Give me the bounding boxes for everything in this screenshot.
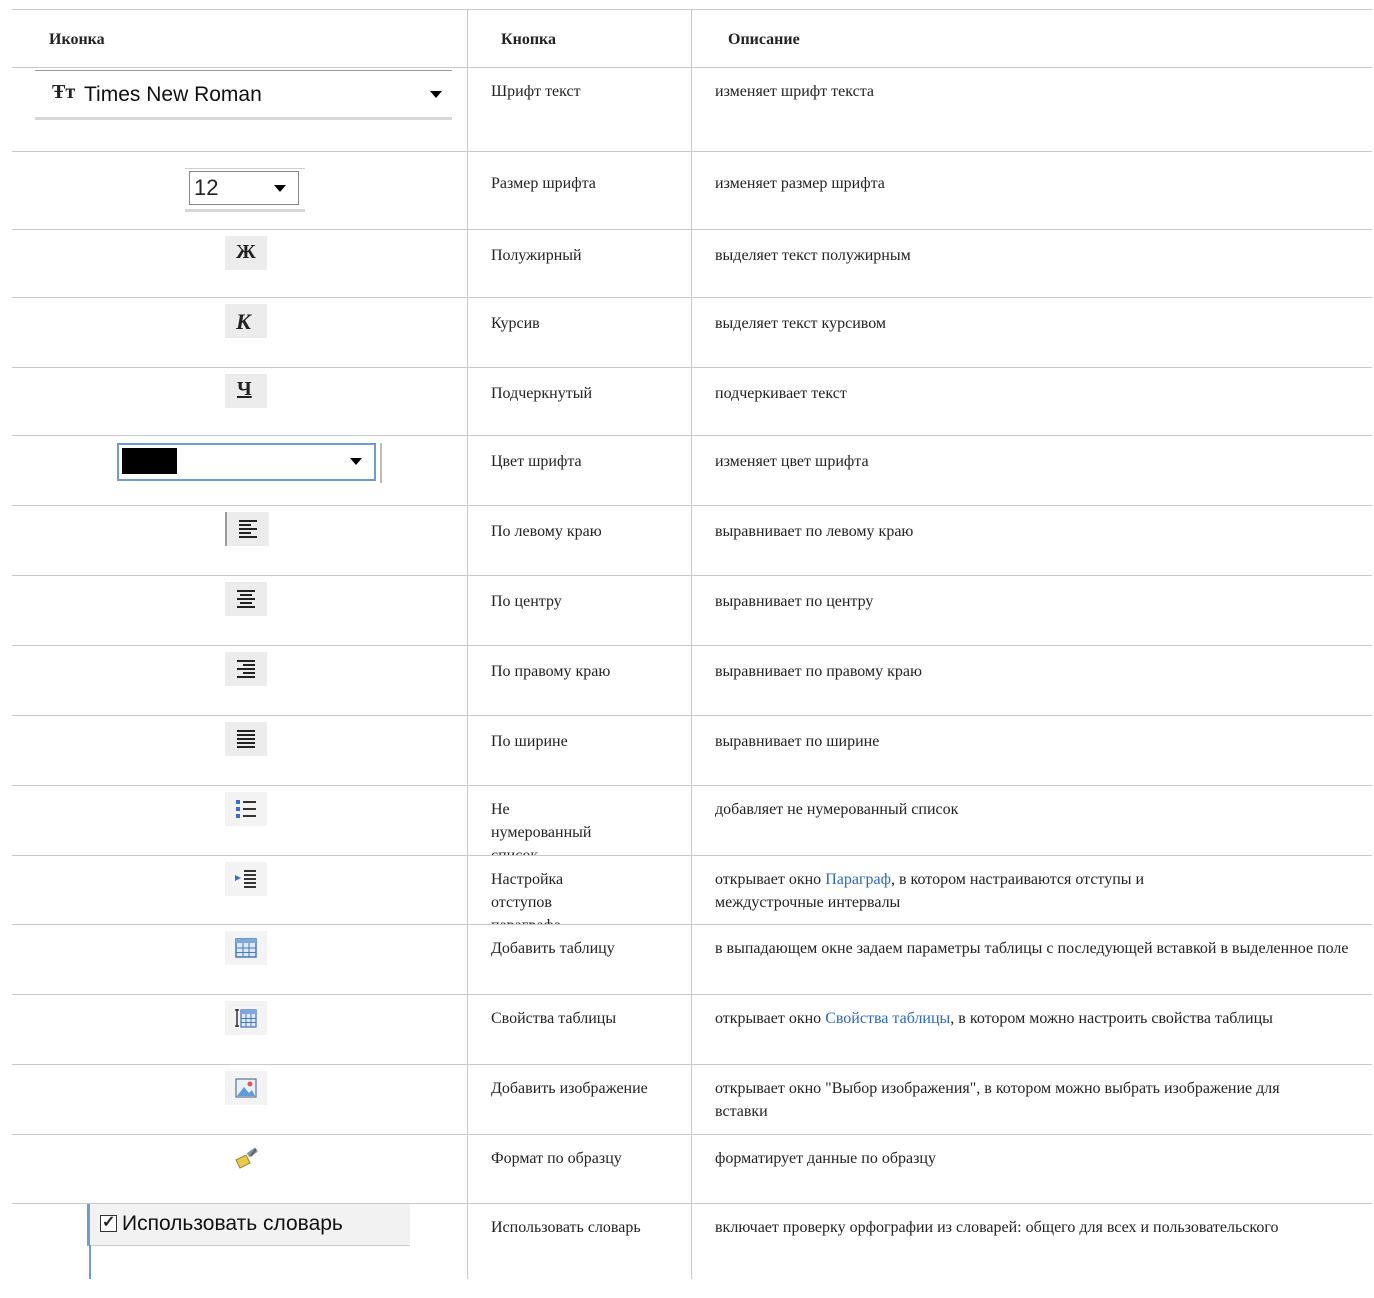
button-name: Подчеркнутый xyxy=(491,385,593,402)
font-size-combo[interactable]: 12 xyxy=(185,168,305,212)
button-description: подчеркивает текст xyxy=(715,385,847,402)
button-description: выравнивает по правому краю xyxy=(715,663,922,680)
underline-icon: Ч xyxy=(225,374,267,408)
button-description: выравнивает по левому краю xyxy=(715,523,914,540)
button-description: изменяет размер шрифта xyxy=(715,175,885,192)
button-description: выделяет текст курсивом xyxy=(715,315,887,332)
table-row: По ширине выравнивает по ширине xyxy=(12,716,1372,786)
checkbox-label: Использовать словарь xyxy=(122,1212,343,1235)
table-row: Не нумерованный список добавляет не нуме… xyxy=(12,786,1372,856)
button-description: открывает окно Параграф, в котором настр… xyxy=(715,871,1145,911)
button-name: По левому краю xyxy=(491,523,602,540)
chevron-down-icon[interactable] xyxy=(350,458,362,465)
font-family-combo[interactable]: Ŧт Times New Roman xyxy=(35,70,452,120)
button-name: Настройка отступов параграфа xyxy=(491,871,564,924)
button-description: форматирует данные по образцу xyxy=(715,1150,936,1167)
button-description: включает проверку орфографии из словарей… xyxy=(715,1219,1279,1236)
truetype-font-icon: Ŧт xyxy=(52,81,76,103)
table-properties-icon xyxy=(225,1001,267,1035)
table-row: Ж Полужирный выделяет текст полужирным xyxy=(12,230,1372,298)
button-description: в выпадающем окне задаем параметры табли… xyxy=(715,940,1349,957)
button-description: открывает окно "Выбор изображения", в ко… xyxy=(715,1080,1280,1120)
button-name: Свойства таблицы xyxy=(491,1010,617,1027)
button-name: Размер шрифта xyxy=(491,175,596,192)
button-description: выравнивает по центру xyxy=(715,593,874,610)
button-name: Шрифт текст xyxy=(491,83,581,100)
button-description: выделяет текст полужирным xyxy=(715,247,911,264)
table-row: ✓ Использовать словарь Использовать слов… xyxy=(12,1204,1372,1279)
button-name: Не нумерованный список xyxy=(491,801,592,855)
italic-icon: К xyxy=(225,304,267,338)
align-justify-icon xyxy=(225,722,267,756)
table-row: Ч Подчеркнутый подчеркивает текст xyxy=(12,368,1372,436)
button-name: Цвет шрифта xyxy=(491,453,582,470)
button-name: Добавить таблицу xyxy=(491,940,615,957)
table-row: Добавить таблицу в выпадающем окне задае… xyxy=(12,925,1372,995)
align-center-icon xyxy=(225,582,267,616)
bold-icon: Ж xyxy=(225,236,267,270)
color-swatch xyxy=(122,448,177,474)
chevron-down-icon[interactable] xyxy=(274,185,286,192)
table-row: Свойства таблицы открывает окно Свойства… xyxy=(12,995,1372,1065)
table-properties-link[interactable]: Свойства таблицы xyxy=(825,1010,950,1027)
toolbar-buttons-table: Иконка Кнопка Описание Ŧт Times New Roma… xyxy=(12,9,1372,1279)
button-description: выравнивает по ширине xyxy=(715,733,880,750)
table-row: К Курсив выделяет текст курсивом xyxy=(12,298,1372,368)
table-row: По правому краю выравнивает по правому к… xyxy=(12,646,1372,716)
format-painter-icon xyxy=(225,1141,267,1175)
header-description: Описание xyxy=(728,31,800,48)
align-right-icon xyxy=(225,652,267,686)
button-name: По правому краю xyxy=(491,663,611,680)
button-description: изменяет шрифт текста xyxy=(715,83,874,100)
button-name: Формат по образцу xyxy=(491,1150,622,1167)
checkbox[interactable]: ✓ xyxy=(100,1214,117,1232)
header-icon: Иконка xyxy=(49,31,105,48)
spellcheck-dictionary-checkbox[interactable]: ✓ Использовать словарь xyxy=(87,1204,410,1246)
insert-image-icon xyxy=(225,1071,267,1105)
chevron-down-icon[interactable] xyxy=(430,91,442,98)
paragraph-indent-icon xyxy=(225,862,267,896)
button-description: добавляет не нумерованный список xyxy=(715,801,959,818)
button-name: Курсив xyxy=(491,315,540,332)
table-row: По центру выравнивает по центру xyxy=(12,576,1372,646)
table-header: Иконка Кнопка Описание xyxy=(12,9,1372,68)
align-left-icon xyxy=(225,512,269,546)
paragraph-link[interactable]: Параграф xyxy=(825,871,891,888)
button-name: Полужирный xyxy=(491,247,582,264)
table-row: Добавить изображение открывает окно "Выб… xyxy=(12,1065,1372,1135)
table-row: 12 Размер шрифта изменяет размер шрифта xyxy=(12,152,1372,230)
button-description: открывает окно Свойства таблицы, в котор… xyxy=(715,1010,1273,1027)
bullet-list-icon xyxy=(225,792,267,826)
checkmark-icon: ✓ xyxy=(102,1214,116,1231)
font-family-value: Times New Roman xyxy=(84,83,262,106)
button-name: Добавить изображение xyxy=(491,1080,648,1097)
font-color-combo[interactable] xyxy=(117,443,382,483)
table-row: Ŧт Times New Roman Шрифт текст изменяет … xyxy=(12,68,1372,152)
button-description: изменяет цвет шрифта xyxy=(715,453,869,470)
table-row: Цвет шрифта изменяет цвет шрифта xyxy=(12,436,1372,506)
button-name: По ширине xyxy=(491,733,568,750)
table-row: Настройка отступов параграфа открывает о… xyxy=(12,856,1372,925)
button-name: Использовать словарь xyxy=(491,1219,641,1236)
table-row: Формат по образцу форматирует данные по … xyxy=(12,1135,1372,1204)
header-button: Кнопка xyxy=(501,31,557,48)
button-name: По центру xyxy=(491,593,562,610)
insert-table-icon xyxy=(225,931,267,965)
font-size-value: 12 xyxy=(194,175,219,200)
table-row: По левому краю выравнивает по левому кра… xyxy=(12,506,1372,576)
